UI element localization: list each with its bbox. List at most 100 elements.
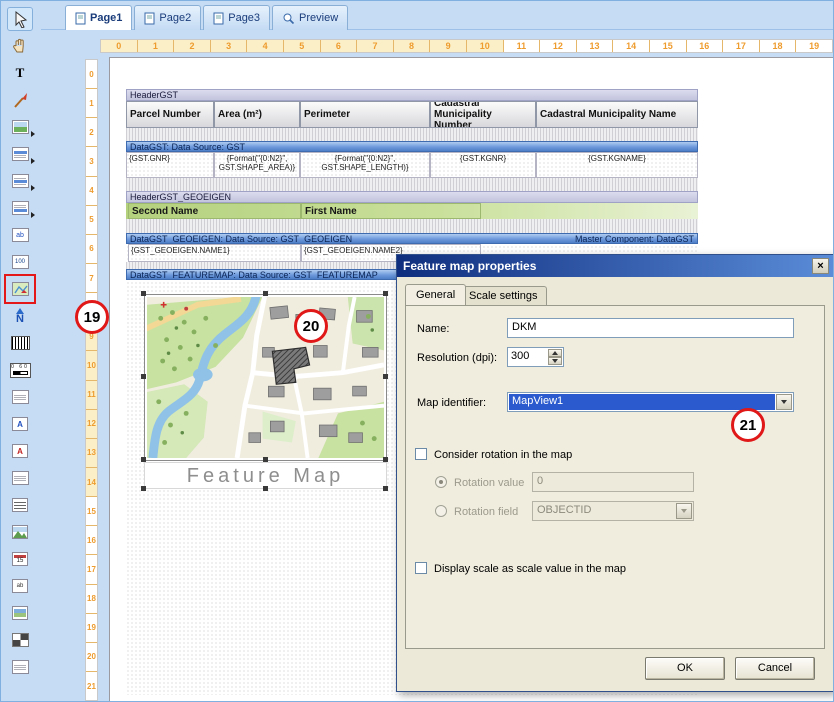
text-field-red-tool-icon[interactable]: A (7, 439, 33, 463)
selection-handle[interactable] (383, 457, 388, 462)
field-gst-shape-length[interactable]: {Format("{0:N2}", GST.SHAPE_LENGTH)} (300, 152, 430, 178)
ruler-number: 4 (247, 40, 284, 52)
selection-handle[interactable] (263, 457, 268, 462)
band-data-geoeigen[interactable]: DataGST_GEOEIGEN: Data Source: GST_GEOEI… (126, 233, 698, 244)
band-plain-tool-icon[interactable] (7, 385, 33, 409)
tab-scale-settings[interactable]: Scale settings (459, 286, 547, 305)
spin-down-icon[interactable] (548, 357, 562, 365)
band-header-geoeigen[interactable]: HeaderGST_GEOEIGEN (126, 191, 698, 203)
tab-general[interactable]: General (405, 284, 466, 305)
tab-preview[interactable]: Preview (272, 5, 348, 30)
field-gst-kgnr[interactable]: {GST.KGNR} (430, 152, 536, 178)
resolution-spinner[interactable]: 300 (507, 347, 564, 367)
date-field-tool-icon[interactable]: 15 (7, 547, 33, 571)
lines-field-tool-icon[interactable] (7, 493, 33, 517)
picture-field-tool-icon[interactable] (7, 520, 33, 544)
tab-page3[interactable]: Page3 (203, 5, 270, 30)
display-scale-label: Display scale as scale value in the map (434, 563, 626, 575)
tab-page1[interactable]: Page1 (65, 5, 132, 30)
label-tool-icon[interactable]: ab (7, 223, 33, 247)
dropdown-arrow-icon[interactable] (31, 185, 35, 191)
column-header-cad-mun-name[interactable]: Cadastral Municipality Name (536, 101, 698, 128)
ruler-number: 17 (723, 40, 760, 52)
image-field-tool-icon[interactable] (7, 601, 33, 625)
text-tool-icon[interactable]: T (7, 61, 33, 85)
field-geoeigen-name1[interactable]: {GST_GEOEIGEN.NAME1} (128, 244, 301, 262)
column-header-area[interactable]: Area (m²) (214, 101, 300, 128)
selection-handle[interactable] (263, 486, 268, 491)
field-gst-kgname[interactable]: {GST.KGNAME} (536, 152, 698, 178)
pan-hand-icon[interactable] (7, 34, 33, 58)
band-header-gst[interactable]: HeaderGST (126, 89, 698, 101)
column-header-parcel-number[interactable]: Parcel Number (126, 101, 214, 128)
format-brush-icon[interactable] (7, 88, 33, 112)
report-band-tool-icon[interactable] (7, 142, 33, 166)
cancel-button[interactable]: Cancel (735, 657, 815, 680)
number-field-tool-icon[interactable]: 100 (7, 250, 33, 274)
ok-button[interactable]: OK (645, 657, 725, 680)
checker-field-tool-icon[interactable] (7, 628, 33, 652)
scalebar-tool-icon[interactable]: 0 60 (7, 358, 33, 382)
data-band-tool-icon[interactable] (7, 169, 33, 193)
ruler-number: 17 (86, 555, 97, 584)
page-icon (144, 12, 155, 25)
selection-handle[interactable] (141, 486, 146, 491)
selection-handle[interactable] (383, 486, 388, 491)
dropdown-arrow-icon[interactable] (31, 212, 35, 218)
magnifier-icon (282, 12, 295, 25)
band-data-gst[interactable]: DataGST: Data Source: GST (126, 141, 698, 152)
ruler-number: 18 (86, 585, 97, 614)
consider-rotation-checkbox[interactable] (415, 448, 427, 460)
column-header-first-name[interactable]: First Name (301, 203, 481, 219)
ruler-number: 4 (86, 177, 97, 206)
rotation-value-radio[interactable] (435, 476, 447, 488)
ruler-number: 2 (86, 118, 97, 147)
ruler-number: 7 (86, 264, 97, 293)
dropdown-arrow-icon[interactable] (31, 131, 35, 137)
rotation-value-field[interactable]: 0 (532, 472, 694, 492)
selection-handle[interactable] (263, 291, 268, 296)
rotation-field-combo[interactable]: OBJECTID (532, 501, 694, 521)
selection-handle[interactable] (383, 374, 388, 379)
textbox-field-tool-icon[interactable]: ab (7, 574, 33, 598)
name-field[interactable]: DKM (507, 318, 794, 338)
selection-handle[interactable] (141, 457, 146, 462)
column-header-second-name[interactable]: Second Name (128, 203, 301, 219)
tab-page2[interactable]: Page2 (134, 5, 201, 30)
barcode-tool-icon[interactable] (7, 331, 33, 355)
select-pointer-icon[interactable] (7, 7, 33, 31)
column-header-cad-mun-number[interactable]: Cadastral Municipality Number (430, 101, 536, 128)
band-plain-tool-icon[interactable] (7, 466, 33, 490)
dropdown-arrow-icon[interactable] (31, 158, 35, 164)
selection-handle[interactable] (141, 374, 146, 379)
ruler-number: 6 (321, 40, 358, 52)
feature-map-object[interactable] (144, 294, 387, 461)
selection-handle[interactable] (383, 291, 388, 296)
text-field-blue-tool-icon[interactable]: A (7, 412, 33, 436)
toolbox: T ab 100 (5, 7, 35, 679)
tab-label: Page2 (159, 12, 191, 24)
rotation-field-radio[interactable] (435, 505, 447, 517)
band-plain-tool-icon[interactable] (7, 655, 33, 679)
north-arrow-tool-icon[interactable]: N (7, 304, 33, 328)
subreport-band-tool-icon[interactable] (7, 196, 33, 220)
ruler-number: 14 (86, 468, 97, 497)
ruler-number: 13 (86, 439, 97, 468)
display-scale-checkbox[interactable] (415, 562, 427, 574)
combo-dropdown-icon[interactable] (676, 503, 692, 519)
spin-up-icon[interactable] (548, 349, 562, 357)
ruler-number: 20 (86, 643, 97, 672)
column-header-perimeter[interactable]: Perimeter (300, 101, 430, 128)
combo-dropdown-icon[interactable] (776, 394, 792, 410)
report-designer-window: HeaderGST Parcel Number Area (m²) Perime… (0, 0, 834, 702)
feature-map-properties-dialog: Feature map properties × General Scale s… (396, 254, 834, 692)
ruler-number: 18 (760, 40, 797, 52)
selection-handle[interactable] (141, 291, 146, 296)
field-gst-gnr[interactable]: {GST.GNR} (126, 152, 214, 178)
close-icon[interactable]: × (812, 258, 829, 274)
map-caption[interactable]: Feature Map (144, 462, 387, 489)
feature-map-tool-icon[interactable] (7, 277, 33, 301)
image-tool-icon[interactable] (7, 115, 33, 139)
field-gst-shape-area[interactable]: {Format("{0:N2}", GST.SHAPE_AREA)} (214, 152, 300, 178)
ruler-number: 7 (357, 40, 394, 52)
